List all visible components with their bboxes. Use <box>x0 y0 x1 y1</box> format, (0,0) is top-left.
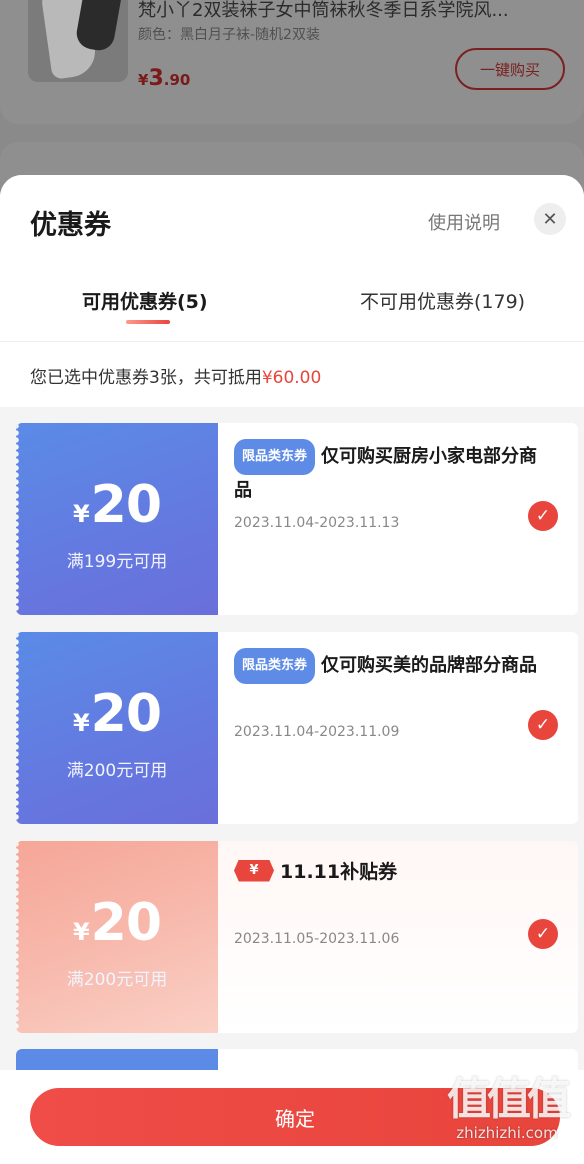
tab-available-coupons[interactable]: 可用优惠券(5) <box>82 287 208 314</box>
close-button[interactable]: ✕ <box>534 203 566 235</box>
usage-instructions-link[interactable]: 使用说明 <box>428 209 500 235</box>
product-sku: 颜色：黑白月子袜-随机2双装 <box>138 27 320 43</box>
subsidy-yen-tag-icon: ¥ <box>234 859 274 882</box>
coupon-condition: 满200元可用 <box>66 970 168 990</box>
subsidy-header: ¥ 11.11补贴券 <box>234 857 397 884</box>
coupon-badge: 限品类东券 <box>234 648 316 684</box>
coupon-value-panel: ¥20 满199元可用 <box>16 423 218 615</box>
product-price: ¥3.90 <box>138 66 191 91</box>
coupon-description: 仅可购买美的品牌部分商品 <box>321 655 538 676</box>
coupon-date-range: 2023.11.05-2023.11.06 <box>234 931 400 947</box>
coupon-condition: 满200元可用 <box>66 761 168 781</box>
checkmark-icon: ✓ <box>535 506 551 526</box>
divider <box>0 341 584 342</box>
checkmark-icon: ✓ <box>535 924 551 944</box>
coupon-info: 限品类东券 仅可购买美的品牌部分商品 <box>234 648 544 684</box>
coupon-amount: ¥20 <box>72 475 162 535</box>
coupon-card[interactable]: ¥20 满200元可用 ¥ 11.11补贴券 2023.11.05-2023.1… <box>16 841 578 1033</box>
coupon-date-range: 2023.11.04-2023.11.13 <box>234 515 400 531</box>
background-product-card: 梵小丫2双装袜子女中筒袜秋冬季日系学院风... 颜色：黑白月子袜-随机2双装 ¥… <box>0 0 584 124</box>
coupon-date-range: 2023.11.04-2023.11.09 <box>234 724 400 740</box>
checkmark-icon: ✓ <box>535 715 551 735</box>
sheet-header: 优惠券 使用说明 ✕ 可用优惠券(5) 不可用优惠券(179) 您已选中优惠券3… <box>0 175 584 407</box>
coupon-badge: 限品类东券 <box>234 439 316 475</box>
coupon-value-panel: ¥20 满200元可用 <box>16 632 218 824</box>
watermark: 值值值 zhizhizhi.com <box>432 1074 582 1143</box>
close-icon: ✕ <box>542 208 558 230</box>
selection-summary: 您已选中优惠券3张，共可抵用¥60.00 <box>30 368 322 388</box>
coupon-amount: ¥20 <box>72 893 162 953</box>
product-title: 梵小丫2双装袜子女中筒袜秋冬季日系学院风... <box>138 0 509 21</box>
tab-unavailable-coupons[interactable]: 不可用优惠券(179) <box>360 287 525 314</box>
active-tab-indicator <box>126 320 170 324</box>
subsidy-title: 11.11补贴券 <box>280 861 398 883</box>
coupon-value-panel: ¥20 满200元可用 <box>16 841 218 1033</box>
coupon-selected-check[interactable]: ✓ <box>528 710 558 740</box>
product-thumbnail <box>28 0 128 82</box>
coupon-selected-check[interactable]: ✓ <box>528 919 558 949</box>
watermark-url: zhizhizhi.com <box>456 1124 558 1142</box>
coupon-card[interactable]: ¥20 满199元可用 限品类东券 仅可购买厨房小家电部分商品 2023.11.0… <box>16 423 578 615</box>
coupon-amount: ¥20 <box>72 684 162 744</box>
summary-amount: ¥60.00 <box>261 368 322 388</box>
sheet-title: 优惠券 <box>30 210 111 241</box>
buy-now-button: 一键购买 <box>455 48 565 90</box>
watermark-logo: 值值值 <box>447 1074 571 1125</box>
coupon-condition: 满199元可用 <box>66 552 168 572</box>
coupon-selected-check[interactable]: ✓ <box>528 501 558 531</box>
coupon-info: 限品类东券 仅可购买厨房小家电部分商品 <box>234 439 544 507</box>
coupon-sheet: 优惠券 使用说明 ✕ 可用优惠券(5) 不可用优惠券(179) 您已选中优惠券3… <box>0 175 584 1164</box>
coupon-card[interactable]: ¥20 满200元可用 限品类东券 仅可购买美的品牌部分商品 2023.11.04… <box>16 632 578 824</box>
